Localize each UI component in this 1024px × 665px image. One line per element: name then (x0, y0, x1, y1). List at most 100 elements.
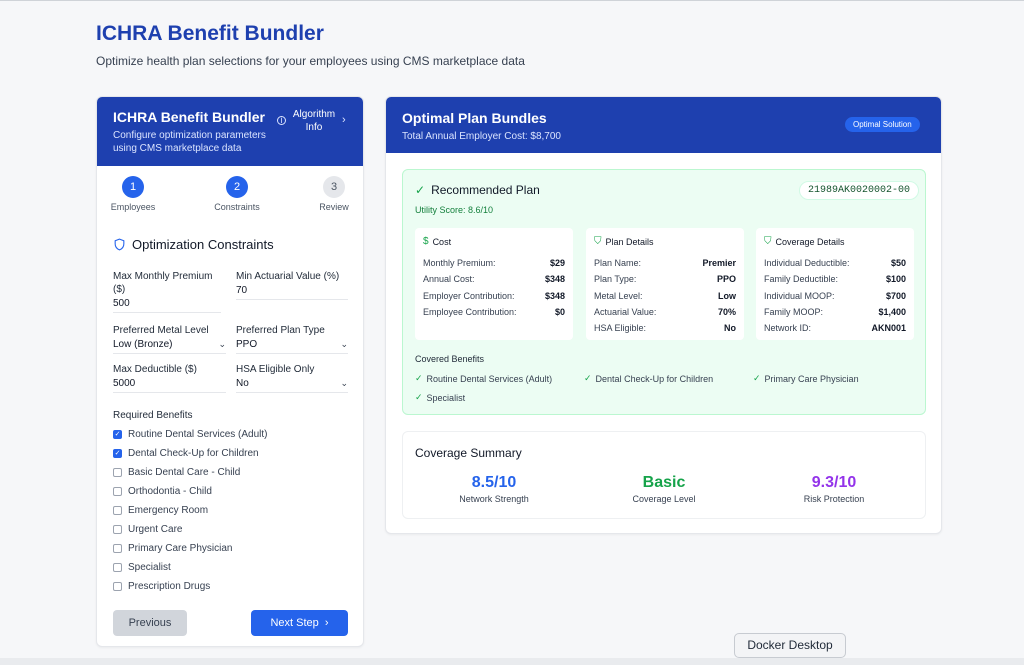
metal-level-select[interactable]: Low (Bronze) ⌄ (113, 337, 226, 354)
plan-details-card: ⛉ Plan Details Plan Name: Premier Plan Typ… (586, 228, 744, 340)
metric-value: 9.3/10 (811, 474, 857, 491)
optimal-solution-badge: Optimal Solution (845, 117, 920, 132)
min-av-field: Min Actuarial Value (%) 70 (236, 270, 348, 300)
plan-type-select[interactable]: PPO ⌄ (236, 337, 348, 354)
field-label: HSA Eligible Only (236, 364, 315, 375)
plan-row: Actuarial Value: 70% (594, 306, 736, 317)
algorithm-info-button[interactable]: i Algorithm Info › (277, 108, 346, 134)
covered-benefit: ✓ Routine Dental Services (Adult) (415, 373, 553, 384)
checkbox[interactable] (113, 506, 122, 515)
cost-row: Employee Contribution: $0 (423, 306, 565, 317)
checkbox[interactable]: ✓ (113, 430, 122, 439)
plan-row: Metal Level: Low (594, 290, 736, 301)
shield-icon: ⛉ (764, 236, 772, 247)
checkbox[interactable] (113, 544, 122, 553)
step-label: Employees (110, 202, 156, 212)
panel-title: ICHRA Benefit Bundler (113, 109, 265, 125)
required-benefits-title: Required Benefits (113, 410, 193, 421)
field-label: Preferred Metal Level (113, 325, 209, 336)
utility-score: Utility Score: 8.6/10 (415, 205, 494, 215)
metric-label: Coverage Level (632, 494, 696, 504)
min-av-input[interactable]: 70 (236, 283, 348, 300)
chevron-right-icon: › (324, 617, 329, 629)
metric-label: Risk Protection (803, 494, 865, 504)
max-deductible-input[interactable]: 5000 (113, 376, 226, 393)
hsa-field: HSA Eligible Only No ⌄ (236, 363, 348, 393)
chevron-down-icon: ⌄ (340, 339, 348, 349)
previous-button[interactable]: Previous (113, 610, 187, 636)
next-step-button[interactable]: Next Step › (251, 610, 348, 636)
checkbox[interactable]: ✓ (113, 449, 122, 458)
results-panel: Optimal Plan Bundles Total Annual Employ… (385, 96, 942, 534)
coverage-row: Individual Deductible: $50 (764, 258, 906, 268)
check-icon: ✓ (415, 183, 426, 197)
risk-protection-metric: 9.3/10 Risk Protection (764, 474, 904, 504)
checkbox[interactable] (113, 525, 122, 534)
benefit-checkbox[interactable]: Emergency Room (113, 505, 208, 516)
step-review[interactable]: 3 Review (304, 176, 363, 212)
card-title: ⛉ Coverage Details (764, 236, 845, 247)
plan-type-field: Preferred Plan Type PPO ⌄ (236, 324, 348, 354)
field-label: Max Monthly Premium ($) (113, 271, 213, 295)
checkbox[interactable] (113, 487, 122, 496)
shield-icon (114, 238, 125, 251)
step-number: 1 (122, 176, 144, 198)
results-header: Optimal Plan Bundles Total Annual Employ… (386, 97, 941, 153)
step-constraints[interactable]: 2 Constraints (207, 176, 267, 212)
panel-header: ICHRA Benefit Bundler Configure optimiza… (97, 97, 363, 166)
checkbox[interactable] (113, 582, 122, 591)
metric-label: Network Strength (459, 494, 529, 504)
metal-level-field: Preferred Metal Level Low (Bronze) ⌄ (113, 324, 226, 354)
covered-benefit: ✓ Dental Check-Up for Children (584, 373, 714, 384)
page-subtitle: Optimize health plan selections for your… (96, 54, 525, 68)
card-title: ⛉ Plan Details (594, 236, 654, 247)
algorithm-info-label: Algorithm Info (292, 109, 336, 133)
benefit-checkbox[interactable]: Urgent Care (113, 524, 182, 535)
check-icon: ✓ (415, 373, 423, 383)
dock-tooltip: Docker Desktop (734, 633, 846, 658)
chevron-down-icon: ⌄ (340, 378, 348, 388)
stepper: 1 Employees 2 Constraints 3 Review (97, 176, 363, 216)
taskbar (0, 658, 1024, 665)
benefit-checkbox[interactable]: Basic Dental Care - Child (113, 467, 240, 478)
coverage-row: Network ID: AKN001 (764, 323, 906, 334)
step-label: Review (319, 202, 349, 212)
max-premium-field: Max Monthly Premium ($) 500 (113, 270, 221, 313)
coverage-details-card: ⛉ Coverage Details Individual Deductible:… (756, 228, 914, 340)
check-icon: ✓ (584, 373, 592, 383)
covered-benefits-title: Covered Benefits (415, 354, 485, 364)
network-strength-metric: 8.5/10 Network Strength (424, 474, 564, 504)
max-deductible-field: Max Deductible ($) 5000 (113, 363, 226, 393)
metric-value: 8.5/10 (471, 474, 517, 491)
benefit-checkbox[interactable]: Primary Care Physician (113, 543, 232, 554)
info-icon: i (277, 116, 286, 125)
cost-row: Employer Contribution: $348 (423, 290, 565, 301)
cost-row: Monthly Premium: $29 (423, 258, 565, 268)
benefit-checkbox[interactable]: ✓ Dental Check-Up for Children (113, 448, 259, 459)
step-number: 3 (323, 176, 345, 198)
checkbox[interactable] (113, 468, 122, 477)
benefit-checkbox[interactable]: Prescription Drugs (113, 581, 210, 592)
benefit-checkbox[interactable]: Orthodontia - Child (113, 486, 212, 497)
total-cost: Total Annual Employer Cost: $8,700 (402, 131, 561, 142)
field-label: Max Deductible ($) (113, 364, 197, 375)
coverage-row: Family Deductible: $100 (764, 274, 906, 285)
chevron-down-icon: ⌄ (218, 339, 226, 349)
step-number: 2 (226, 176, 248, 198)
plan-row: Plan Type: PPO (594, 274, 736, 285)
coverage-summary-title: Coverage Summary (415, 446, 522, 460)
check-icon: ✓ (753, 373, 761, 383)
panel-description: Configure optimization parameters using … (113, 130, 266, 154)
section-title-text: Optimization Constraints (132, 237, 274, 252)
section-title: Optimization Constraints (113, 237, 274, 252)
checkbox[interactable] (113, 563, 122, 572)
benefit-checkbox[interactable]: ✓ Routine Dental Services (Adult) (113, 429, 268, 440)
step-employees[interactable]: 1 Employees (103, 176, 163, 212)
plan-row: Plan Name: Premier (594, 258, 736, 268)
metric-value: Basic (642, 474, 686, 491)
plan-id-badge: 21989AK0020002-00 (799, 181, 920, 200)
plan-row: HSA Eligible: No (594, 323, 736, 334)
benefit-checkbox[interactable]: Specialist (113, 562, 171, 573)
hsa-select[interactable]: No ⌄ (236, 376, 348, 393)
max-premium-input[interactable]: 500 (113, 296, 221, 313)
